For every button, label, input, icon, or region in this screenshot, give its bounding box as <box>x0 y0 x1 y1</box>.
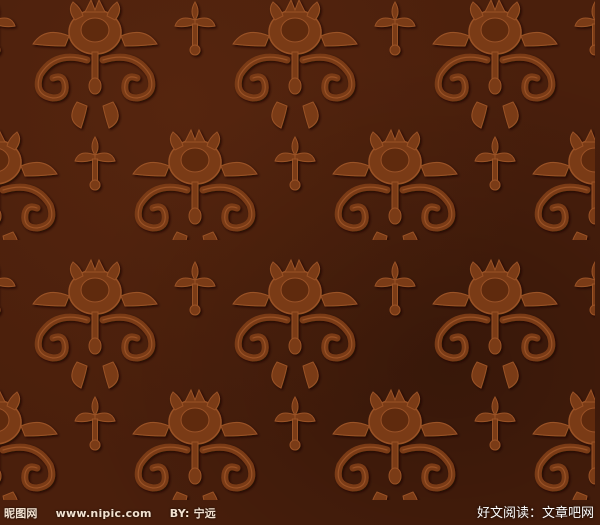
watermark-site-url: www.nipic.com <box>55 507 152 520</box>
damask-pattern <box>0 0 595 505</box>
watermark-author-name: 宁远 <box>193 507 217 520</box>
watermark-author-prefix: BY: <box>169 507 190 520</box>
watermark-site-name: 昵图网 <box>4 507 38 520</box>
nipic-watermark: 昵图网 www.nipic.com BY: 宁远 <box>4 505 216 521</box>
site-watermark-right: 好文阅读：文章吧网 <box>476 506 594 521</box>
damask-wallpaper: 昵图网 www.nipic.com BY: 宁远 好文阅读：文章吧网 <box>0 0 600 525</box>
